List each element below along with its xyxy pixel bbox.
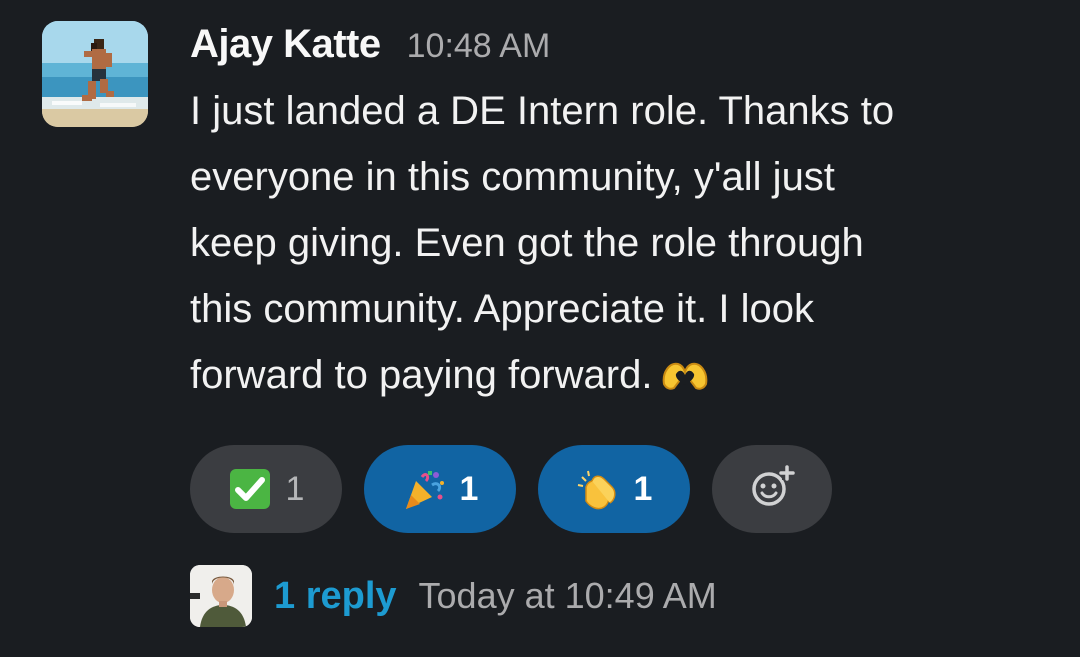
thread-summary[interactable]: 1 reply Today at 10:49 AM	[190, 563, 717, 629]
reaction-count: 1	[459, 469, 479, 508]
reply-count-link[interactable]: 1 reply	[274, 575, 397, 618]
add-reaction-icon	[748, 463, 796, 516]
message-line-last: forward to paying forward.	[190, 342, 1050, 408]
author-avatar[interactable]	[42, 21, 148, 127]
message-line: I just landed a DE Intern role. Thanks t…	[190, 89, 895, 133]
message-line: everyone in this community, y'all just	[190, 155, 835, 199]
message-timestamp[interactable]: 10:48 AM	[407, 27, 551, 66]
message-line: forward to paying forward.	[190, 353, 653, 397]
reply-avatar[interactable]	[190, 565, 252, 627]
reaction-count: 1	[633, 469, 653, 508]
author-name[interactable]: Ajay Katte	[190, 22, 381, 67]
reaction-count: 1	[285, 469, 305, 508]
message-line: keep giving. Even got the role through	[190, 221, 864, 265]
reaction-tada[interactable]: 1	[364, 445, 516, 533]
reaction-white-check-mark[interactable]: 1	[190, 445, 342, 533]
message: Ajay Katte 10:48 AM I just landed a DE I…	[0, 0, 1080, 657]
add-reaction-button[interactable]	[712, 445, 832, 533]
last-reply-time: Today at 10:49 AM	[418, 575, 717, 616]
message-line: this community. Appreciate it. I look	[190, 287, 814, 331]
reply-avatar-image	[190, 565, 252, 627]
message-header: Ajay Katte 10:48 AM	[190, 22, 1050, 74]
message-content: Ajay Katte 10:48 AM I just landed a DE I…	[190, 22, 1050, 408]
reactions-bar: 1 1 1	[190, 445, 832, 533]
avatar-image	[42, 21, 148, 127]
clap-icon	[576, 467, 620, 511]
tada-icon	[402, 467, 446, 511]
reaction-clap[interactable]: 1	[538, 445, 690, 533]
heart-hands-icon	[660, 348, 710, 390]
message-text: I just landed a DE Intern role. Thanks t…	[190, 78, 1050, 408]
white-check-mark-icon	[228, 467, 272, 511]
